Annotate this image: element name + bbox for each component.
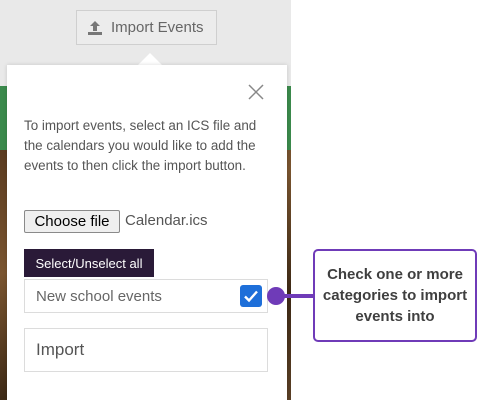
- category-checkbox[interactable]: [240, 285, 262, 307]
- close-icon[interactable]: [247, 83, 265, 101]
- import-events-button[interactable]: Import Events: [76, 10, 217, 45]
- callout-box: Check one or more categories to import e…: [313, 249, 477, 342]
- selected-file-name: Calendar.ics: [125, 212, 208, 229]
- import-button[interactable]: Import: [24, 328, 268, 372]
- callout-connector-dot: [267, 287, 285, 305]
- choose-file-button[interactable]: Choose file: [24, 210, 120, 233]
- select-unselect-all-button[interactable]: Select/Unselect all: [24, 249, 154, 277]
- category-label: New school events: [36, 287, 162, 305]
- callout-text: Check one or more categories to import e…: [322, 266, 468, 325]
- category-row[interactable]: New school events: [24, 279, 268, 313]
- callout-connector-line: [284, 294, 314, 298]
- popup-arrow: [138, 53, 162, 65]
- import-button-label: Import: [36, 340, 85, 359]
- import-events-label: Import Events: [111, 19, 204, 36]
- import-instructions: To import events, select an ICS file and…: [24, 118, 257, 173]
- upload-icon: [87, 20, 103, 36]
- checkmark-icon: [244, 290, 258, 303]
